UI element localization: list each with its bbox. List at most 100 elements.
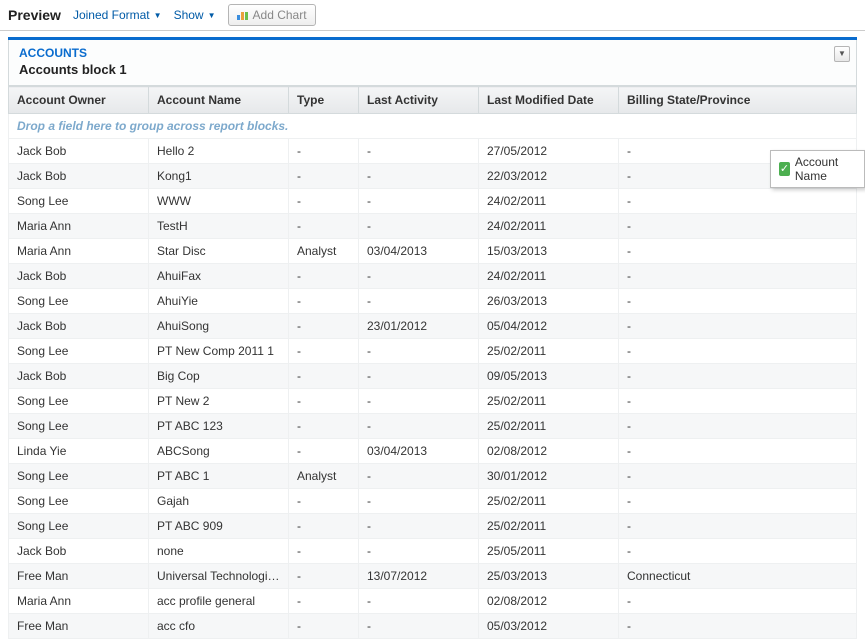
group-drop-zone[interactable]: Drop a field here to group across report… (9, 114, 857, 139)
cell-billing: - (619, 214, 857, 239)
cell-owner: Jack Bob (9, 364, 149, 389)
add-chart-button[interactable]: Add Chart (228, 4, 316, 26)
column-header[interactable]: Account Name (149, 87, 289, 114)
cell-last_modified: 27/05/2012 (479, 139, 619, 164)
cell-last_modified: 24/02/2011 (479, 264, 619, 289)
column-header[interactable]: Billing State/Province (619, 87, 857, 114)
cell-last_activity: - (359, 414, 479, 439)
cell-name: ABCSong (149, 439, 289, 464)
cell-owner: Free Man (9, 614, 149, 639)
report-block: ACCOUNTS Accounts block 1 ▼ Account Owne… (8, 37, 857, 639)
cell-name: WWW (149, 189, 289, 214)
cell-last_modified: 24/02/2011 (479, 189, 619, 214)
cell-name: Hello 2 (149, 139, 289, 164)
cell-name: AhuiSong (149, 314, 289, 339)
cell-last_modified: 02/08/2012 (479, 589, 619, 614)
table-row[interactable]: Song LeePT New Comp 2011 1--25/02/2011- (9, 339, 857, 364)
cell-owner: Free Man (9, 564, 149, 589)
cell-last_modified: 25/05/2011 (479, 539, 619, 564)
table-row[interactable]: Free Manacc cfo--05/03/2012- (9, 614, 857, 639)
table-row[interactable]: Maria AnnTestH--24/02/2011- (9, 214, 857, 239)
cell-last_modified: 22/03/2012 (479, 164, 619, 189)
cell-type: - (289, 339, 359, 364)
cell-type: - (289, 564, 359, 589)
cell-type: - (289, 414, 359, 439)
cell-name: AhuiFax (149, 264, 289, 289)
show-label: Show (174, 8, 204, 22)
cell-last_activity: 23/01/2012 (359, 314, 479, 339)
column-header[interactable]: Account Owner (9, 87, 149, 114)
table-row[interactable]: Jack BobBig Cop--09/05/2013- (9, 364, 857, 389)
cell-name: PT ABC 1 (149, 464, 289, 489)
cell-owner: Song Lee (9, 339, 149, 364)
table-row[interactable]: Maria AnnStar DiscAnalyst03/04/201315/03… (9, 239, 857, 264)
cell-last_activity: - (359, 514, 479, 539)
add-chart-label: Add Chart (253, 8, 307, 22)
cell-owner: Jack Bob (9, 264, 149, 289)
cell-owner: Song Lee (9, 464, 149, 489)
cell-billing: - (619, 439, 857, 464)
cell-name: PT New 2 (149, 389, 289, 414)
cell-billing: - (619, 314, 857, 339)
cell-billing: - (619, 514, 857, 539)
cell-owner: Maria Ann (9, 589, 149, 614)
cell-type: - (289, 364, 359, 389)
cell-billing: - (619, 189, 857, 214)
cell-billing: Connecticut (619, 564, 857, 589)
table-row[interactable]: Jack BobKong1--22/03/2012- (9, 164, 857, 189)
cell-owner: Song Lee (9, 189, 149, 214)
table-row[interactable]: Song LeeWWW--24/02/2011- (9, 189, 857, 214)
drag-field-chip[interactable]: ✓ Account Name (770, 150, 865, 188)
cell-last_activity: - (359, 614, 479, 639)
table-row[interactable]: Linda YieABCSong-03/04/201302/08/2012- (9, 439, 857, 464)
block-menu-button[interactable]: ▼ (834, 46, 850, 62)
table-row[interactable]: Free ManUniversal Technologies-13/07/201… (9, 564, 857, 589)
cell-last_modified: 02/08/2012 (479, 439, 619, 464)
cell-last_activity: 03/04/2013 (359, 239, 479, 264)
cell-owner: Linda Yie (9, 439, 149, 464)
block-header: ACCOUNTS Accounts block 1 ▼ (8, 40, 857, 86)
cell-type: - (289, 589, 359, 614)
show-menu[interactable]: Show ▼ (174, 8, 216, 22)
preview-title: Preview (8, 7, 61, 23)
cell-last_modified: 26/03/2013 (479, 289, 619, 314)
cell-billing: - (619, 389, 857, 414)
column-header[interactable]: Type (289, 87, 359, 114)
cell-last_activity: - (359, 389, 479, 414)
cell-last_activity: - (359, 489, 479, 514)
cell-type: - (289, 139, 359, 164)
table-row[interactable]: Jack BobAhuiFax--24/02/2011- (9, 264, 857, 289)
cell-last_modified: 05/04/2012 (479, 314, 619, 339)
joined-format-menu[interactable]: Joined Format ▼ (73, 8, 162, 22)
table-row[interactable]: Song LeePT ABC 1Analyst-30/01/2012- (9, 464, 857, 489)
cell-name: acc profile general (149, 589, 289, 614)
table-row[interactable]: Jack BobHello 2--27/05/2012- (9, 139, 857, 164)
table-row[interactable]: Jack Bobnone--25/05/2011- (9, 539, 857, 564)
cell-owner: Jack Bob (9, 539, 149, 564)
cell-last_activity: - (359, 214, 479, 239)
cell-name: acc cfo (149, 614, 289, 639)
table-row[interactable]: Song LeePT ABC 123--25/02/2011- (9, 414, 857, 439)
table-row[interactable]: Maria Annacc profile general--02/08/2012… (9, 589, 857, 614)
table-row[interactable]: Song LeePT ABC 909--25/02/2011- (9, 514, 857, 539)
cell-name: PT New Comp 2011 1 (149, 339, 289, 364)
table-row[interactable]: Jack BobAhuiSong-23/01/201205/04/2012- (9, 314, 857, 339)
chevron-down-icon: ▼ (208, 11, 216, 20)
cell-last_activity: - (359, 264, 479, 289)
cell-name: PT ABC 909 (149, 514, 289, 539)
table-row[interactable]: Song LeePT New 2--25/02/2011- (9, 389, 857, 414)
cell-type: - (289, 389, 359, 414)
cell-owner: Song Lee (9, 489, 149, 514)
cell-billing: - (619, 289, 857, 314)
table-row[interactable]: Song LeeGajah--25/02/2011- (9, 489, 857, 514)
cell-billing: - (619, 464, 857, 489)
check-icon: ✓ (779, 162, 790, 176)
block-name: Accounts block 1 (19, 62, 846, 77)
block-category: ACCOUNTS (19, 46, 846, 60)
column-header[interactable]: Last Activity (359, 87, 479, 114)
column-header[interactable]: Last Modified Date (479, 87, 619, 114)
cell-owner: Song Lee (9, 389, 149, 414)
cell-type: - (289, 514, 359, 539)
table-row[interactable]: Song LeeAhuiYie--26/03/2013- (9, 289, 857, 314)
cell-type: Analyst (289, 239, 359, 264)
